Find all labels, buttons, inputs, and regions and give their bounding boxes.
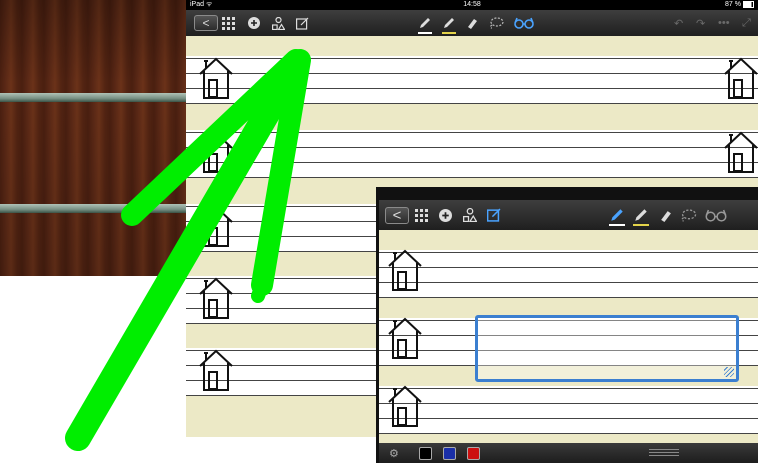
writing-band [186, 56, 758, 104]
house-line-guide-icon [199, 277, 233, 319]
house-line-guide-icon [724, 131, 758, 173]
color-palette-bar: ⚙ [379, 443, 758, 463]
resize-handle[interactable] [724, 367, 734, 377]
shapes-icon[interactable] [463, 206, 477, 224]
main-toolbar: < ↶ ↷ ••• ⤢ [186, 10, 758, 36]
house-line-guide-icon [724, 57, 758, 99]
edit-text-icon[interactable] [296, 14, 309, 32]
glass-shelf [0, 93, 186, 102]
house-line-guide-icon [199, 57, 233, 99]
grid-icon[interactable] [222, 14, 235, 32]
undo-icon[interactable]: ↶ [674, 14, 683, 32]
color-swatch-black[interactable] [419, 447, 432, 460]
highlighter-icon[interactable] [633, 206, 649, 226]
lasso-icon[interactable] [488, 14, 504, 32]
back-button[interactable]: < [194, 15, 218, 31]
view-glasses-icon[interactable] [705, 206, 727, 224]
plus-circle-icon[interactable] [439, 206, 452, 224]
view-glasses-icon[interactable] [514, 14, 534, 32]
house-line-guide-icon [199, 349, 233, 391]
shapes-icon[interactable] [272, 14, 285, 32]
inset-zoomed-screenshot: < ⚙ [376, 187, 758, 463]
settings-gear-icon[interactable]: ⚙ [389, 446, 399, 460]
lasso-icon[interactable] [679, 206, 697, 224]
bookshelf-background [0, 0, 186, 276]
battery-indicator: 87 % [725, 0, 754, 10]
pen-icon[interactable] [418, 14, 432, 34]
redo-icon[interactable]: ↷ [696, 14, 705, 32]
house-line-guide-icon [388, 249, 422, 291]
expand-icon[interactable]: ⤢ [742, 14, 751, 32]
plus-circle-icon[interactable] [248, 14, 260, 32]
clock: 14:58 [463, 1, 481, 8]
status-bar: iPad ᯤ 14:58 87 % [186, 0, 758, 10]
more-icon[interactable]: ••• [718, 14, 730, 32]
color-swatch-red[interactable] [467, 447, 480, 460]
house-line-guide-icon [199, 205, 233, 247]
pen-icon[interactable] [609, 206, 625, 226]
writing-band [186, 130, 758, 178]
edit-text-icon[interactable] [487, 206, 501, 224]
highlighter-icon[interactable] [442, 14, 456, 34]
back-button[interactable]: < [385, 207, 409, 224]
color-swatch-blue[interactable] [443, 447, 456, 460]
eraser-icon[interactable] [659, 206, 672, 224]
glass-shelf [0, 204, 186, 213]
grid-icon[interactable] [415, 206, 428, 224]
drag-grip[interactable] [649, 449, 679, 457]
text-box[interactable] [475, 315, 739, 382]
house-line-guide-icon [199, 131, 233, 173]
battery-icon [743, 0, 754, 8]
house-line-guide-icon [388, 317, 422, 359]
inset-toolbar: < [379, 200, 758, 230]
eraser-icon[interactable] [466, 14, 478, 32]
house-line-guide-icon [388, 385, 422, 427]
